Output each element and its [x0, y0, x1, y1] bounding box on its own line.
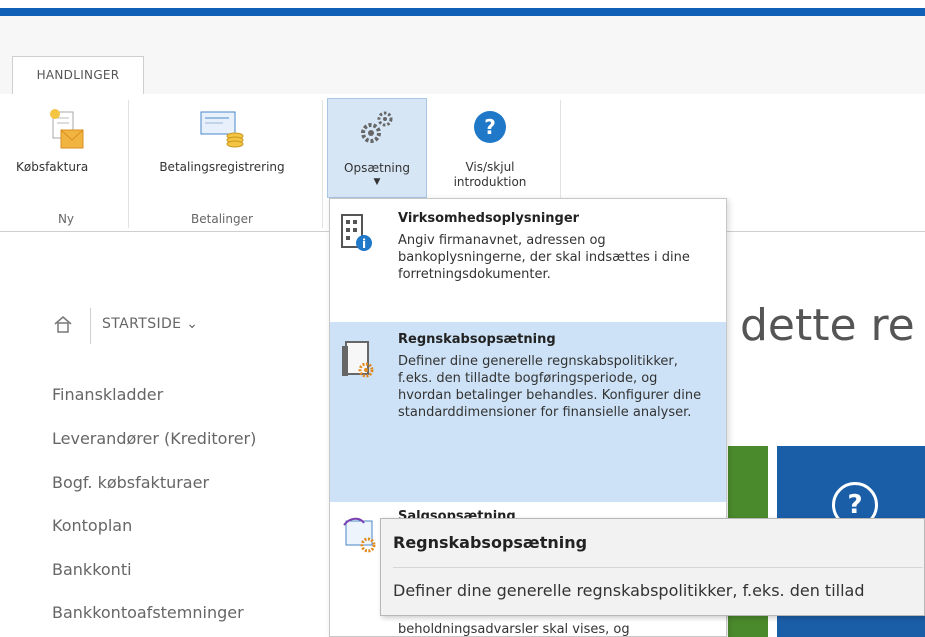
opsaetning-label: Opsætning — [344, 161, 410, 175]
group-separator — [322, 100, 323, 228]
kobsfaktura-label: Købsfaktura — [16, 160, 89, 174]
chevron-down-icon: ▼ — [373, 177, 381, 187]
company-info-icon: i — [340, 213, 374, 257]
purchase-invoice-icon — [47, 108, 87, 155]
menu-item-regnskabsopsaetning[interactable]: Regnskabsopsætning Definer dine generell… — [330, 322, 726, 502]
tooltip: Regnskabsopsætning Definer dine generell… — [380, 518, 925, 616]
betalingsregistrering-label: Betalingsregistrering — [159, 160, 285, 174]
vis-skjul-label: Vis/skjul — [465, 160, 515, 174]
payment-registration-icon — [199, 108, 245, 151]
top-accent-bar — [0, 8, 925, 16]
nav-item-bogf-kobsfakturaer[interactable]: Bogf. købsfakturaer — [52, 473, 209, 492]
home-icon[interactable] — [52, 313, 74, 339]
menu-item-description: beholdningsadvarsler skal vises, og — [398, 622, 630, 637]
group-label-betalinger: Betalinger — [191, 212, 253, 226]
nav-item-bankkonti[interactable]: Bankkonti — [52, 560, 132, 579]
chevron-down-icon: ⌄ — [186, 316, 199, 332]
startside-menu[interactable]: STARTSIDE ⌄ — [102, 316, 198, 332]
menu-item-description: Definer dine generelle regnskabspolitikk… — [398, 354, 702, 420]
nav-item-finanskladder[interactable]: Finanskladder — [52, 385, 163, 404]
menu-item-title: Regnskabsopsætning — [398, 332, 556, 347]
nav-item-kontoplan[interactable]: Kontoplan — [52, 516, 132, 535]
introduktion-label: introduktion — [453, 175, 527, 189]
opsaetning-button[interactable]: Opsætning ▼ — [327, 98, 427, 198]
menu-item-virksomhedsoplysninger[interactable]: i Virksomhedsoplysninger Angiv firmanavn… — [330, 199, 726, 321]
group-separator — [128, 100, 129, 228]
tab-handlinger[interactable]: HANDLINGER — [12, 56, 144, 94]
kobsfaktura-button[interactable]: Købsfaktura — [12, 104, 122, 194]
nav-item-leverandorer[interactable]: Leverandører (Kreditorer) — [52, 429, 256, 448]
help-question-icon: ? — [473, 110, 507, 147]
sales-setup-icon — [340, 515, 380, 559]
group-label-ny: Ny — [57, 212, 75, 226]
accounting-setup-icon — [340, 340, 376, 384]
breadcrumb-separator — [90, 308, 91, 344]
tooltip-title: Regnskabsopsætning — [393, 533, 588, 552]
svg-text:?: ? — [484, 115, 496, 139]
startside-label: STARTSIDE — [102, 316, 182, 332]
page-heading: dette re — [740, 300, 915, 351]
nav-item-bankkontoafstemninger[interactable]: Bankkontoafstemninger — [52, 603, 244, 622]
menu-item-title: Virksomhedsoplysninger — [398, 211, 580, 226]
tooltip-divider — [393, 567, 923, 568]
tooltip-text: Definer dine generelle regnskabspolitikk… — [393, 581, 865, 600]
svg-text:i: i — [362, 237, 366, 251]
vis-skjul-introduktion-button[interactable]: ? Vis/skjul introduktion — [440, 104, 540, 196]
gears-icon — [357, 107, 397, 150]
menu-item-description: Angiv firmanavnet, adressen og bankoplys… — [398, 233, 690, 282]
betalingsregistrering-button[interactable]: Betalingsregistrering — [132, 104, 312, 194]
